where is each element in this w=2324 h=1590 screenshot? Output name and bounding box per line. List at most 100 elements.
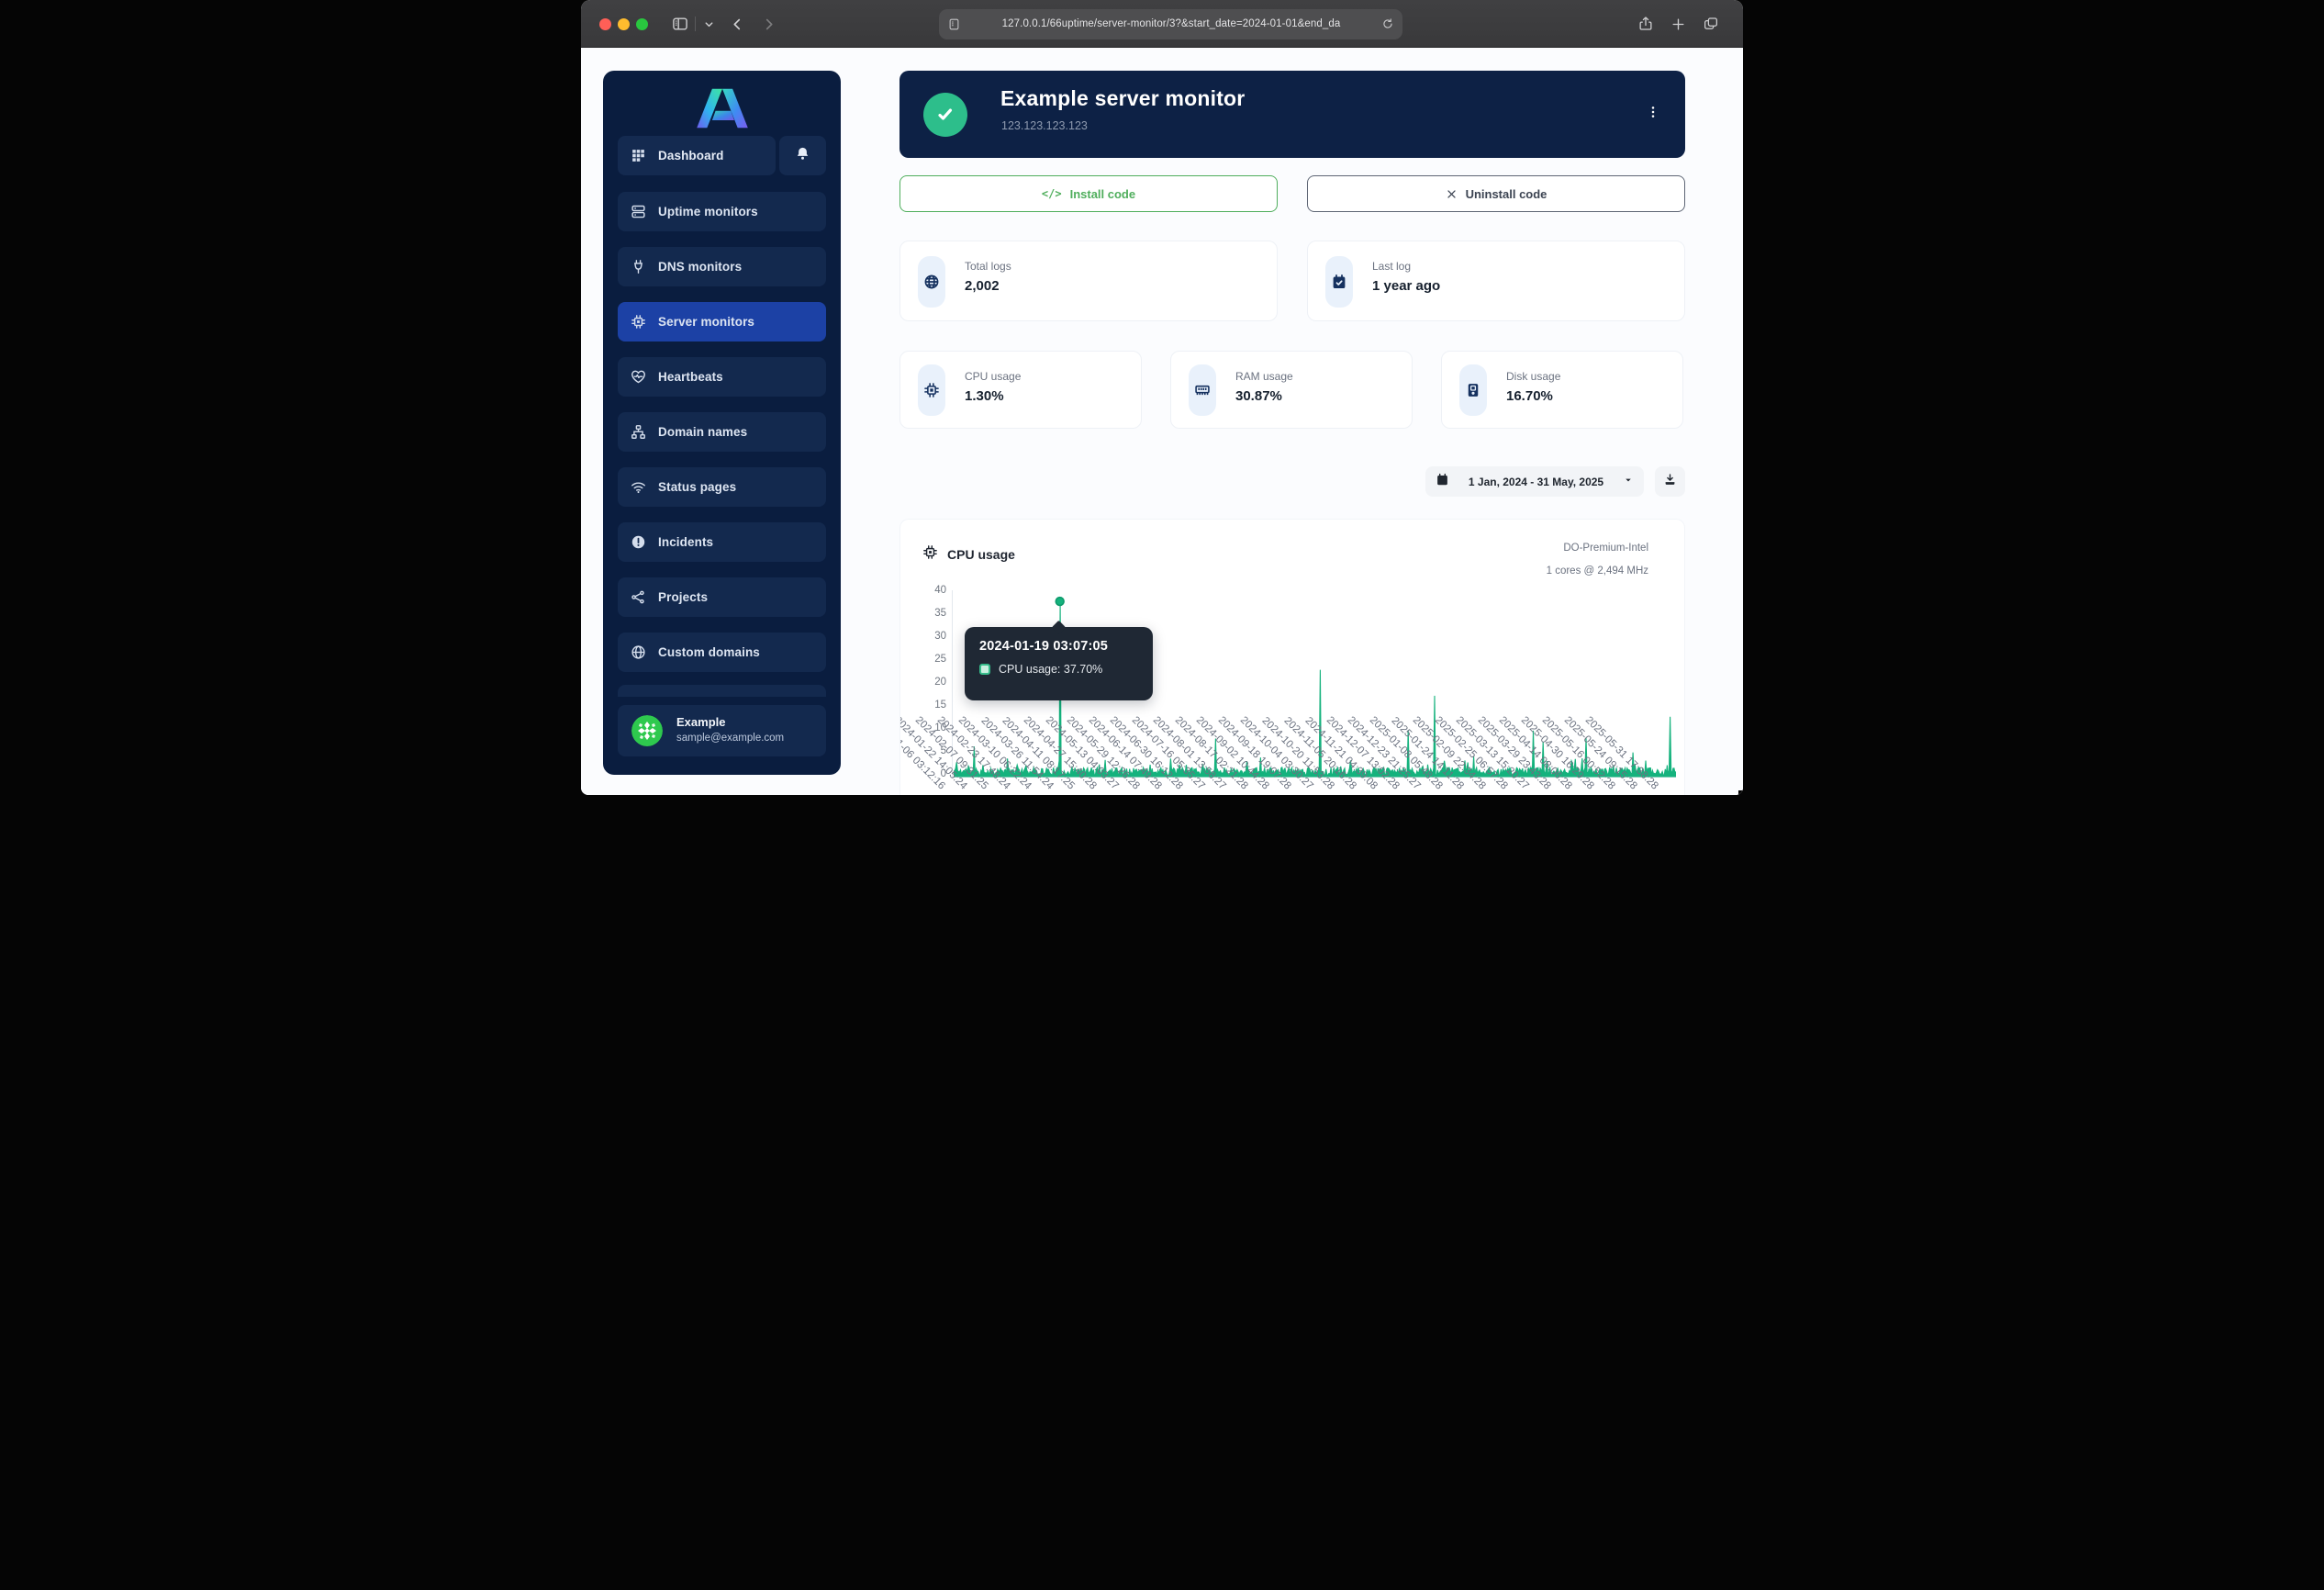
status-ok-icon: [923, 93, 967, 137]
sidebar-item-label: Incidents: [658, 535, 713, 549]
sidebar-item-label: Domain names: [658, 425, 747, 439]
calendar-icon: [1436, 473, 1449, 491]
tooltip-series-swatch: [979, 664, 990, 675]
sidebar-item-label: Dashboard: [658, 149, 723, 162]
stat-label: Disk usage: [1506, 370, 1560, 383]
sidebar-item-uptime-monitors[interactable]: Uptime monitors: [618, 192, 826, 231]
share-button[interactable]: [1635, 13, 1657, 35]
reload-icon[interactable]: [1381, 17, 1394, 30]
stat-card-disk-usage: Disk usage 16.70%: [1441, 351, 1683, 429]
download-icon: [1663, 473, 1677, 491]
stat-value: 16.70%: [1506, 388, 1553, 404]
chart-title-row: CPU usage: [922, 544, 1015, 565]
server-label: DO-Premium-Intel: [1547, 537, 1648, 560]
sidebar-panel-icon: [671, 15, 689, 33]
sidebar-item-label: Custom domains: [658, 645, 760, 659]
stat-value: 30.87%: [1235, 388, 1282, 404]
tab-overview-button[interactable]: [1700, 13, 1722, 35]
sidebar-item-heartbeats[interactable]: Heartbeats: [618, 357, 826, 397]
sidebar-item-custom-domains[interactable]: Custom domains: [618, 633, 826, 672]
sidebar-user-card[interactable]: Example sample@example.com: [618, 705, 826, 756]
monitor-header-card: Example server monitor 123.123.123.123: [899, 71, 1685, 158]
stat-card-ram-usage: RAM usage 30.87%: [1170, 351, 1413, 429]
traffic-light-close-button[interactable]: [599, 18, 611, 30]
uninstall-code-label: Uninstall code: [1466, 187, 1547, 201]
stat-card-total-logs: Total logs2,002: [899, 241, 1278, 321]
sidebar-item-server-monitors[interactable]: Server monitors: [618, 302, 826, 342]
x-icon: [1446, 188, 1458, 200]
plus-icon: [1670, 17, 1686, 32]
install-code-button[interactable]: </> Install code: [899, 175, 1278, 212]
server-icon: [631, 204, 646, 219]
cpu-chip-icon: [922, 544, 938, 565]
sidebar-item-partial[interactable]: [618, 685, 826, 697]
back-button[interactable]: [726, 13, 748, 35]
chevron-down-icon: [703, 18, 715, 30]
y-axis-tick-label: 25: [902, 654, 946, 665]
sidebar: Dashboard Uptime monitors DNS monitors Ser…: [603, 71, 841, 775]
download-chart-button[interactable]: [1655, 466, 1685, 497]
hovered-point-marker[interactable]: [1056, 598, 1064, 606]
traffic-light-zoom-button[interactable]: [636, 18, 648, 30]
uninstall-code-button[interactable]: Uninstall code: [1307, 175, 1685, 212]
sidebar-toggle-button[interactable]: [669, 13, 691, 35]
sidebar-item-dns-monitors[interactable]: DNS monitors: [618, 247, 826, 286]
kebab-icon: [1646, 102, 1660, 127]
stat-value: 1 year ago: [1372, 278, 1440, 294]
user-name: Example: [676, 715, 725, 729]
sidebar-item-label: Uptime monitors: [658, 205, 758, 218]
notifications-button[interactable]: [779, 136, 826, 175]
alert-icon: [631, 534, 646, 550]
browser-window: 127.0.0.1/66uptime/server-monitor/3?&sta…: [581, 0, 1743, 795]
sidebar-item-label: Heartbeats: [658, 370, 723, 384]
sidebar-item-domain-names[interactable]: Domain names: [618, 412, 826, 452]
forward-button[interactable]: [757, 13, 779, 35]
page-content: Dashboard Uptime monitors DNS monitors Ser…: [581, 48, 1743, 795]
page-format-icon[interactable]: [947, 17, 961, 31]
stat-card-last-log: Last log1 year ago: [1307, 241, 1685, 321]
plug-icon: [631, 259, 646, 274]
sidebar-item-label: DNS monitors: [658, 260, 742, 274]
monitor-ip: 123.123.123.123: [1001, 119, 1088, 132]
sidebar-item-label: Status pages: [658, 480, 736, 494]
date-range-picker[interactable]: 1 Jan, 2024 - 31 May, 2025: [1425, 466, 1644, 497]
tabs-icon: [1703, 16, 1719, 32]
url-text-container: 127.0.0.1/66uptime/server-monitor/3?&sta…: [961, 9, 1381, 39]
stat-label: CPU usage: [965, 370, 1021, 383]
address-bar[interactable]: 127.0.0.1/66uptime/server-monitor/3?&sta…: [939, 9, 1402, 39]
sidebar-item-label: Projects: [658, 590, 708, 604]
app-logo: [603, 85, 841, 131]
avatar: [631, 715, 663, 746]
sidebar-item-projects[interactable]: Projects: [618, 577, 826, 617]
chart-title: CPU usage: [947, 547, 1015, 562]
chevron-left-icon: [730, 17, 745, 32]
y-axis-tick-label: 20: [902, 677, 946, 688]
sitemap-icon: [631, 424, 646, 440]
user-email: sample@example.com: [676, 733, 784, 744]
stat-label: Total logs: [965, 260, 1011, 273]
traffic-light-minimize-button[interactable]: [618, 18, 630, 30]
sidebar-chevron-button[interactable]: [698, 13, 720, 35]
sidebar-item-incidents[interactable]: Incidents: [618, 522, 826, 562]
stat-value: 1.30%: [965, 388, 1004, 404]
url-text: 127.0.0.1/66uptime/server-monitor/3?&sta…: [1002, 18, 1341, 29]
new-tab-button[interactable]: [1667, 13, 1689, 35]
cpu-icon: [631, 314, 646, 330]
chevron-right-icon: [761, 17, 777, 32]
y-axis-tick-label: 15: [902, 700, 946, 711]
caret-down-icon: [1623, 474, 1634, 490]
memory-icon: [1189, 364, 1216, 416]
more-options-button[interactable]: [1643, 101, 1663, 127]
install-code-label: Install code: [1070, 187, 1136, 201]
code-icon: </>: [1042, 187, 1062, 200]
grid-icon: [631, 148, 646, 163]
tooltip-timestamp: 2024-01-19 03:07:05: [979, 639, 1138, 654]
chip-icon: [918, 364, 945, 416]
stat-label: RAM usage: [1235, 370, 1293, 383]
toolbar-divider: [695, 17, 696, 31]
sidebar-item-status-pages[interactable]: Status pages: [618, 467, 826, 507]
heart-icon: [631, 369, 646, 385]
share-icon: [1637, 16, 1654, 32]
sidebar-item-dashboard[interactable]: Dashboard: [618, 136, 776, 175]
page-title: Example server monitor: [1000, 86, 1245, 111]
